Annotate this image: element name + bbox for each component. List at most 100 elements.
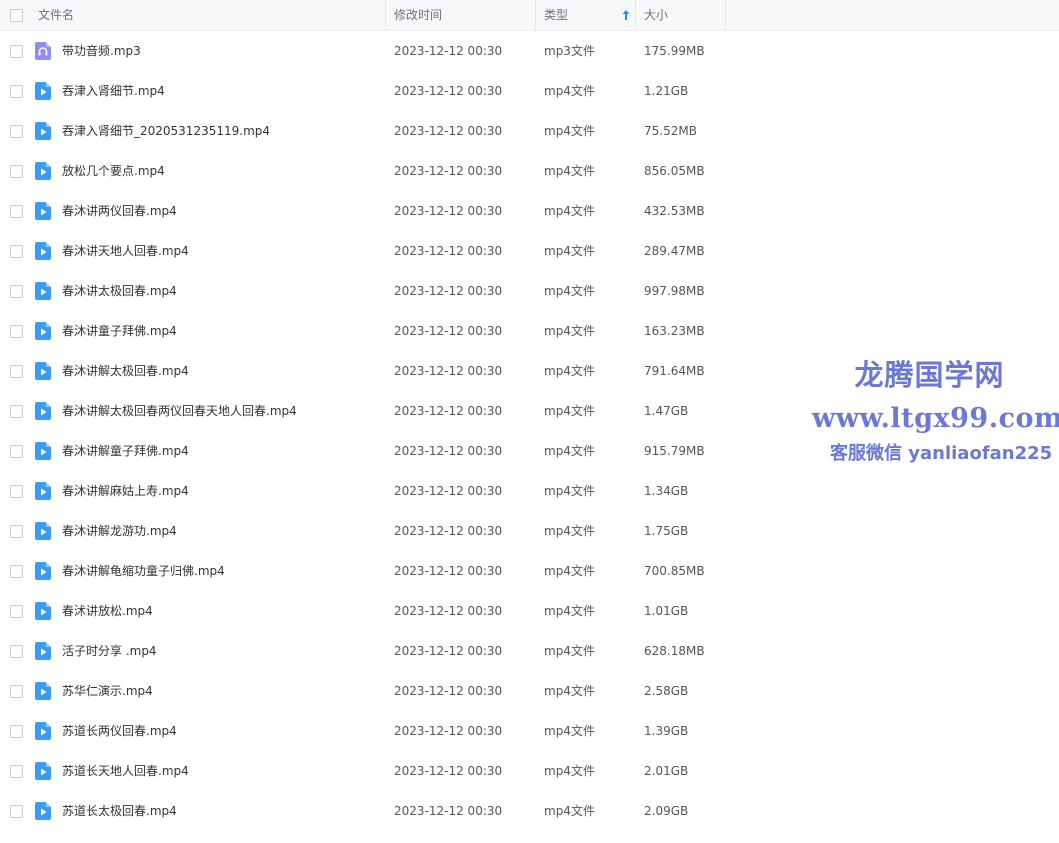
select-all-checkbox[interactable] (10, 9, 23, 22)
row-checkbox[interactable] (10, 325, 23, 338)
video-file-icon (35, 282, 51, 300)
row-checkbox[interactable] (10, 85, 23, 98)
row-checkbox[interactable] (10, 365, 23, 378)
row-checkbox[interactable] (10, 605, 23, 618)
file-name[interactable]: 苏道长天地人回春.mp4 (62, 751, 189, 791)
file-name[interactable]: 苏道长两仪回春.mp4 (62, 711, 177, 751)
column-header-type[interactable]: 类型 (544, 0, 568, 30)
video-file-icon (35, 162, 51, 180)
video-file-icon (35, 642, 51, 660)
modified-time: 2023-12-12 00:30 (394, 364, 503, 378)
row-checkbox[interactable] (10, 285, 23, 298)
file-row[interactable]: 放松几个要点.mp4 2023-12-12 00:30 mp4文件 856.05MB (0, 151, 1059, 191)
file-name[interactable]: 春沐讲两仪回春.mp4 (62, 191, 177, 231)
file-size: 1.34GB (644, 484, 689, 498)
file-type: mp4文件 (544, 644, 595, 658)
column-header-size[interactable]: 大小 (644, 0, 668, 30)
row-checkbox[interactable] (10, 485, 23, 498)
row-checkbox[interactable] (10, 725, 23, 738)
row-checkbox[interactable] (10, 565, 23, 578)
video-file-icon (35, 82, 51, 100)
row-checkbox[interactable] (10, 645, 23, 658)
file-type: mp4文件 (544, 444, 595, 458)
file-type: mp4文件 (544, 204, 595, 218)
row-checkbox[interactable] (10, 45, 23, 58)
file-row[interactable]: 苏道长太极回春.mp4 2023-12-12 00:30 mp4文件 2.09GB (0, 791, 1059, 831)
file-row[interactable]: 吞津入肾细节_2020531235119.mp4 2023-12-12 00:30… (0, 111, 1059, 151)
file-name[interactable]: 春沐讲解麻姑上寿.mp4 (62, 471, 189, 511)
column-divider[interactable] (535, 0, 536, 30)
file-type: mp4文件 (544, 764, 595, 778)
file-name[interactable]: 带功音频.mp3 (62, 31, 141, 71)
file-name[interactable]: 春沐讲太极回春.mp4 (62, 271, 177, 311)
file-row[interactable]: 活子时分享 .mp4 2023-12-12 00:30 mp4文件 628.18MB (0, 631, 1059, 671)
file-row[interactable]: 苏道长两仪回春.mp4 2023-12-12 00:30 mp4文件 1.39GB (0, 711, 1059, 751)
file-name[interactable]: 苏华仁演示.mp4 (62, 671, 153, 711)
file-row[interactable]: 春沭讲放松.mp4 2023-12-12 00:30 mp4文件 1.01GB (0, 591, 1059, 631)
row-checkbox[interactable] (10, 805, 23, 818)
file-type: mp4文件 (544, 564, 595, 578)
video-file-icon (35, 202, 51, 220)
column-divider[interactable] (385, 0, 386, 30)
file-row[interactable]: 春沐讲两仪回春.mp4 2023-12-12 00:30 mp4文件 432.53MB (0, 191, 1059, 231)
file-row[interactable]: 吞津入肾细节.mp4 2023-12-12 00:30 mp4文件 1.21GB (0, 71, 1059, 111)
column-divider[interactable] (725, 0, 726, 30)
sort-ascending-icon[interactable] (622, 9, 630, 21)
file-type: mp4文件 (544, 164, 595, 178)
column-header-name[interactable]: 文件名 (38, 0, 74, 30)
row-checkbox[interactable] (10, 765, 23, 778)
row-checkbox[interactable] (10, 445, 23, 458)
file-name[interactable]: 活子时分享 .mp4 (62, 631, 157, 671)
modified-time: 2023-12-12 00:30 (394, 644, 503, 658)
file-name[interactable]: 春沐讲天地人回春.mp4 (62, 231, 189, 271)
row-checkbox[interactable] (10, 165, 23, 178)
file-name[interactable]: 春沭讲放松.mp4 (62, 591, 153, 631)
file-size: 163.23MB (644, 324, 705, 338)
file-name[interactable]: 春沐讲解太极回春两仪回春天地人回春.mp4 (62, 391, 297, 431)
file-row[interactable]: 春沐讲童子拜佛.mp4 2023-12-12 00:30 mp4文件 163.23MB (0, 311, 1059, 351)
file-name[interactable]: 春沐讲解童子拜佛.mp4 (62, 431, 189, 471)
modified-time: 2023-12-12 00:30 (394, 444, 503, 458)
row-checkbox[interactable] (10, 525, 23, 538)
video-file-icon (35, 522, 51, 540)
file-row[interactable]: 苏道长天地人回春.mp4 2023-12-12 00:30 mp4文件 2.01GB (0, 751, 1059, 791)
file-size: 2.09GB (644, 804, 689, 818)
modified-time: 2023-12-12 00:30 (394, 564, 503, 578)
video-file-icon (35, 602, 51, 620)
file-type: mp4文件 (544, 484, 595, 498)
row-checkbox[interactable] (10, 125, 23, 138)
row-checkbox[interactable] (10, 405, 23, 418)
audio-file-icon (35, 42, 51, 60)
column-divider[interactable] (635, 0, 636, 30)
file-name[interactable]: 吞津入肾细节_2020531235119.mp4 (62, 111, 270, 151)
video-file-icon (35, 122, 51, 140)
file-size: 175.99MB (644, 44, 705, 58)
file-row[interactable]: 苏华仁演示.mp4 2023-12-12 00:30 mp4文件 2.58GB (0, 671, 1059, 711)
file-name[interactable]: 春沐讲童子拜佛.mp4 (62, 311, 177, 351)
file-row[interactable]: 春沐讲解龟缩功童子归佛.mp4 2023-12-12 00:30 mp4文件 700.… (0, 551, 1059, 591)
modified-time: 2023-12-12 00:30 (394, 44, 503, 58)
row-checkbox[interactable] (10, 205, 23, 218)
file-size: 856.05MB (644, 164, 705, 178)
modified-time: 2023-12-12 00:30 (394, 524, 503, 538)
column-header-time[interactable]: 修改时间 (394, 0, 442, 30)
file-name[interactable]: 吞津入肾细节.mp4 (62, 71, 165, 111)
file-name[interactable]: 春沐讲解太极回春.mp4 (62, 351, 189, 391)
file-row[interactable]: 春沐讲解龙游功.mp4 2023-12-12 00:30 mp4文件 1.75GB (0, 511, 1059, 551)
file-name[interactable]: 春沐讲解龙游功.mp4 (62, 511, 177, 551)
watermark-contact: 客服微信 yanliaofan225 (830, 443, 1053, 464)
file-row[interactable]: 春沐讲太极回春.mp4 2023-12-12 00:30 mp4文件 997.98MB (0, 271, 1059, 311)
modified-time: 2023-12-12 00:30 (394, 804, 503, 818)
file-type: mp4文件 (544, 84, 595, 98)
file-row[interactable]: 带功音频.mp3 2023-12-12 00:30 mp3文件 175.99MB (0, 31, 1059, 71)
modified-time: 2023-12-12 00:30 (394, 764, 503, 778)
file-name[interactable]: 苏道长太极回春.mp4 (62, 791, 177, 831)
file-row[interactable]: 春沐讲解麻姑上寿.mp4 2023-12-12 00:30 mp4文件 1.34GB (0, 471, 1059, 511)
row-checkbox[interactable] (10, 245, 23, 258)
row-checkbox[interactable] (10, 685, 23, 698)
file-type: mp4文件 (544, 404, 595, 418)
watermark-url: www.ltgx99.com (812, 403, 1059, 434)
file-name[interactable]: 春沐讲解龟缩功童子归佛.mp4 (62, 551, 225, 591)
file-row[interactable]: 春沐讲天地人回春.mp4 2023-12-12 00:30 mp4文件 289.47M… (0, 231, 1059, 271)
file-name[interactable]: 放松几个要点.mp4 (62, 151, 165, 191)
